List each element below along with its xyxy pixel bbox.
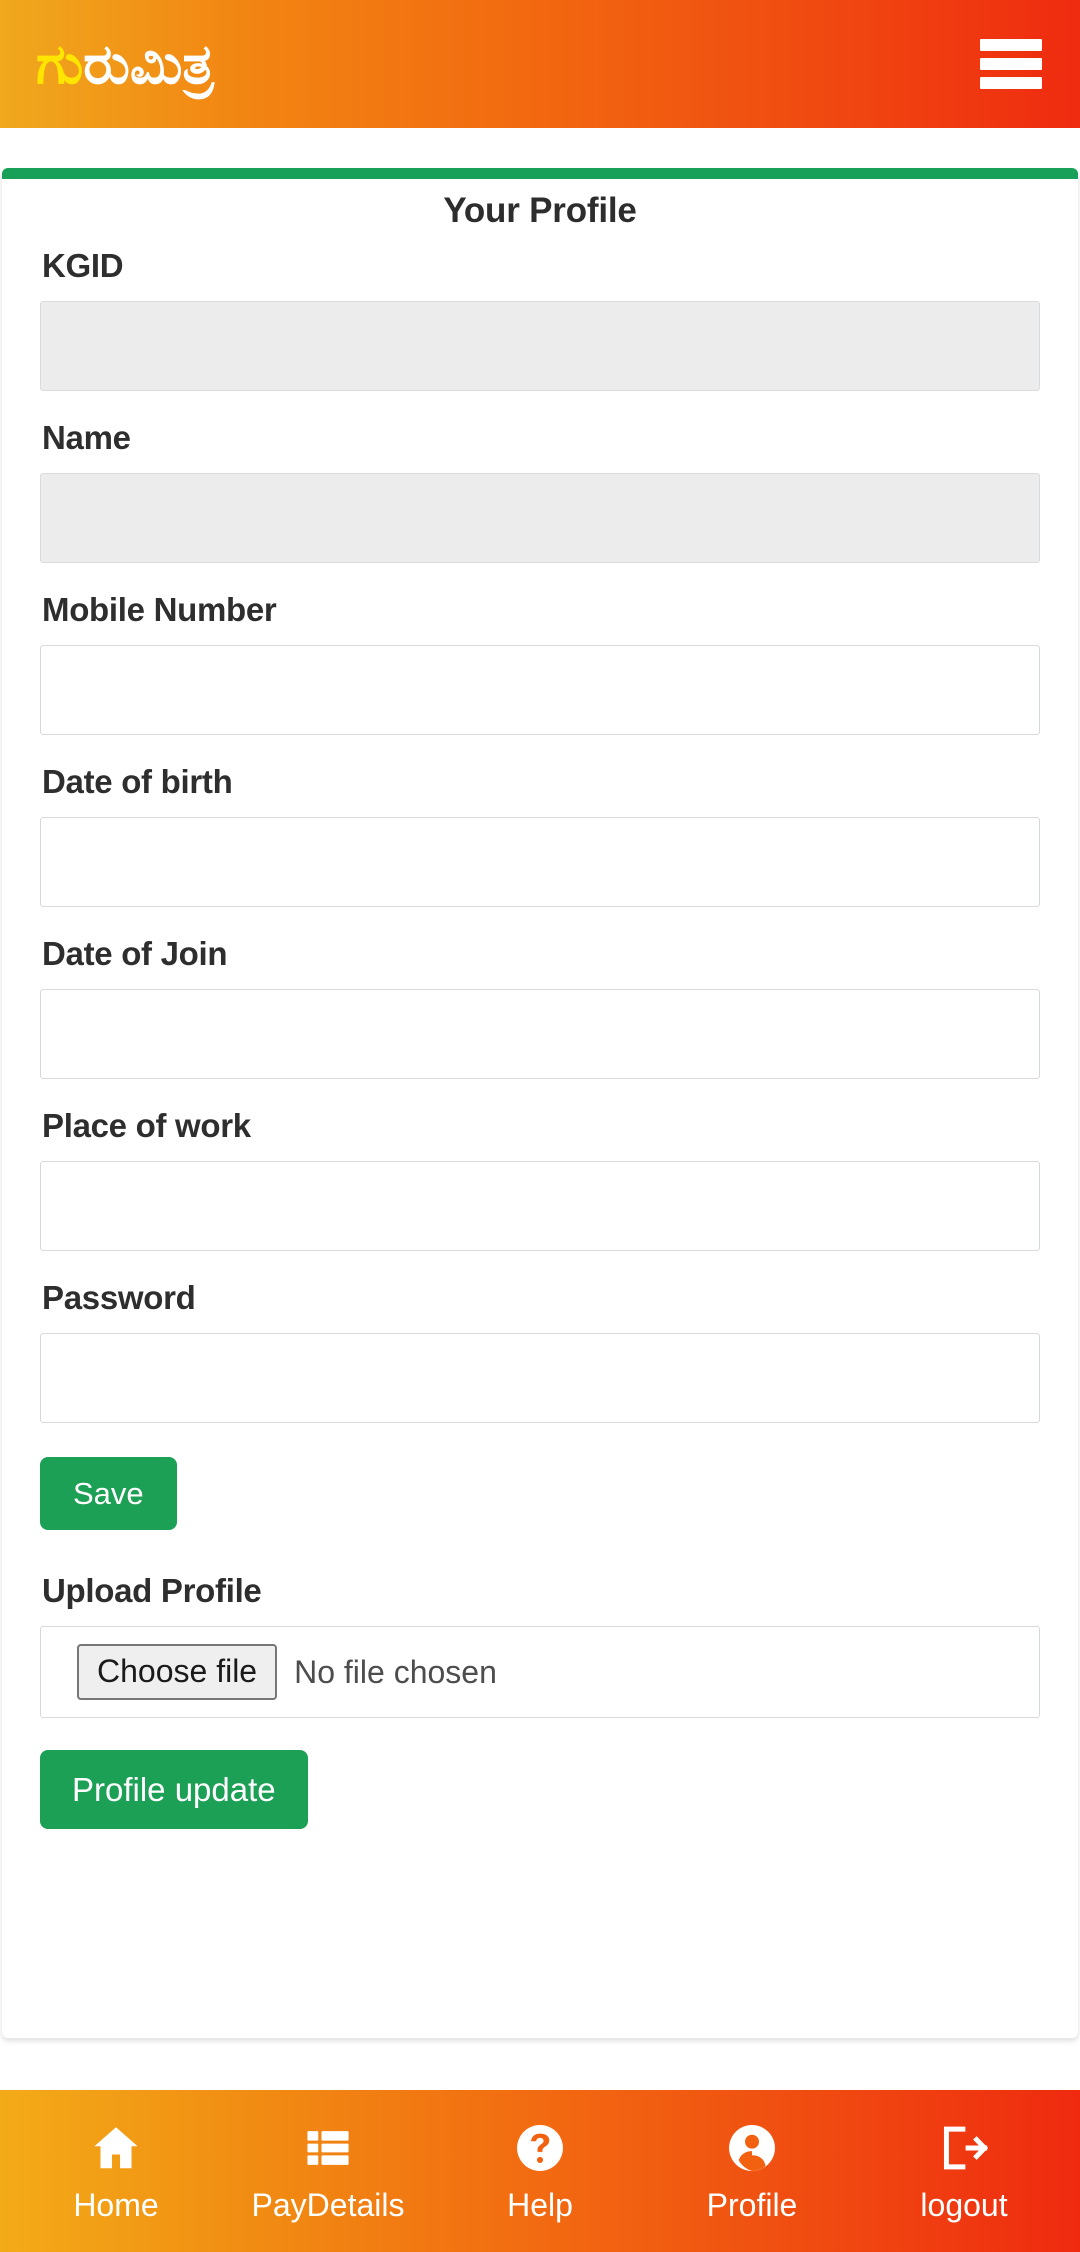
user-circle-icon [725, 2121, 779, 2175]
page-body: Your Profile KGID Name Mobile Number Dat… [0, 128, 1080, 2090]
page-title: Your Profile [443, 191, 637, 230]
app-logo[interactable]: ಗುರುಮಿತ್ರ [36, 36, 214, 92]
profile-update-button[interactable]: Profile update [40, 1750, 308, 1829]
file-input[interactable]: Choose file No file chosen [40, 1626, 1040, 1718]
bottom-navigation: Home PayDetails Help Profile logout [0, 2090, 1080, 2252]
file-status-text: No file chosen [294, 1653, 497, 1690]
hamburger-icon[interactable] [980, 39, 1042, 89]
save-button[interactable]: Save [40, 1457, 177, 1530]
mobile-number-input[interactable] [40, 645, 1040, 735]
field-mobile-number: Mobile Number [40, 591, 1040, 735]
field-label-mobile-number: Mobile Number [42, 591, 277, 628]
logout-icon [937, 2121, 991, 2175]
nav-item-logout[interactable]: logout [858, 2121, 1070, 2221]
field-date-of-join: Date of Join [40, 935, 1040, 1079]
nav-label-paydetails: PayDetails [251, 2187, 405, 2223]
nav-label-home: Home [73, 2187, 159, 2223]
field-label-place-of-work: Place of work [42, 1107, 251, 1144]
nav-item-profile[interactable]: Profile [646, 2121, 858, 2221]
question-circle-icon [513, 2121, 567, 2175]
app-screen: ಗುರುಮಿತ್ರ Your Profile KGID Name Mobile … [0, 0, 1080, 2252]
field-upload-profile: Upload Profile Choose file No file chose… [40, 1572, 1040, 1718]
nav-label-help: Help [507, 2187, 573, 2223]
field-label-upload-profile: Upload Profile [42, 1572, 262, 1609]
nav-label-profile: Profile [706, 2187, 798, 2223]
name-input [40, 473, 1040, 563]
profile-form: KGID Name Mobile Number Date of birth Da… [2, 247, 1078, 1829]
field-kgid: KGID [40, 247, 1040, 391]
profile-card: Your Profile KGID Name Mobile Number Dat… [2, 168, 1078, 2038]
nav-label-logout: logout [920, 2187, 1008, 2223]
home-icon [89, 2121, 143, 2175]
hamburger-bar-1 [980, 39, 1042, 51]
field-label-date-of-birth: Date of birth [42, 763, 233, 800]
hamburger-bar-3 [980, 77, 1042, 89]
hamburger-bar-2 [980, 58, 1042, 70]
field-date-of-birth: Date of birth [40, 763, 1040, 907]
field-label-date-of-join: Date of Join [42, 935, 228, 972]
nav-item-paydetails[interactable]: PayDetails [222, 2121, 434, 2221]
field-password: Password [40, 1279, 1040, 1423]
field-label-name: Name [42, 419, 131, 456]
nav-item-home[interactable]: Home [10, 2121, 222, 2221]
kgid-input [40, 301, 1040, 391]
app-logo-accent: ಗು [36, 32, 84, 95]
field-label-kgid: KGID [42, 247, 124, 284]
choose-file-button[interactable]: Choose file [77, 1644, 278, 1700]
app-logo-text: ರುಮಿತ್ರ [83, 32, 214, 95]
date-of-join-input[interactable] [40, 989, 1040, 1079]
nav-item-help[interactable]: Help [434, 2121, 646, 2221]
place-of-work-input[interactable] [40, 1161, 1040, 1251]
app-header: ಗುರುಮಿತ್ರ [0, 0, 1080, 128]
field-place-of-work: Place of work [40, 1107, 1040, 1251]
date-of-birth-input[interactable] [40, 817, 1040, 907]
password-input[interactable] [40, 1333, 1040, 1423]
field-label-password: Password [42, 1279, 196, 1316]
list-icon [301, 2121, 355, 2175]
field-name: Name [40, 419, 1040, 563]
